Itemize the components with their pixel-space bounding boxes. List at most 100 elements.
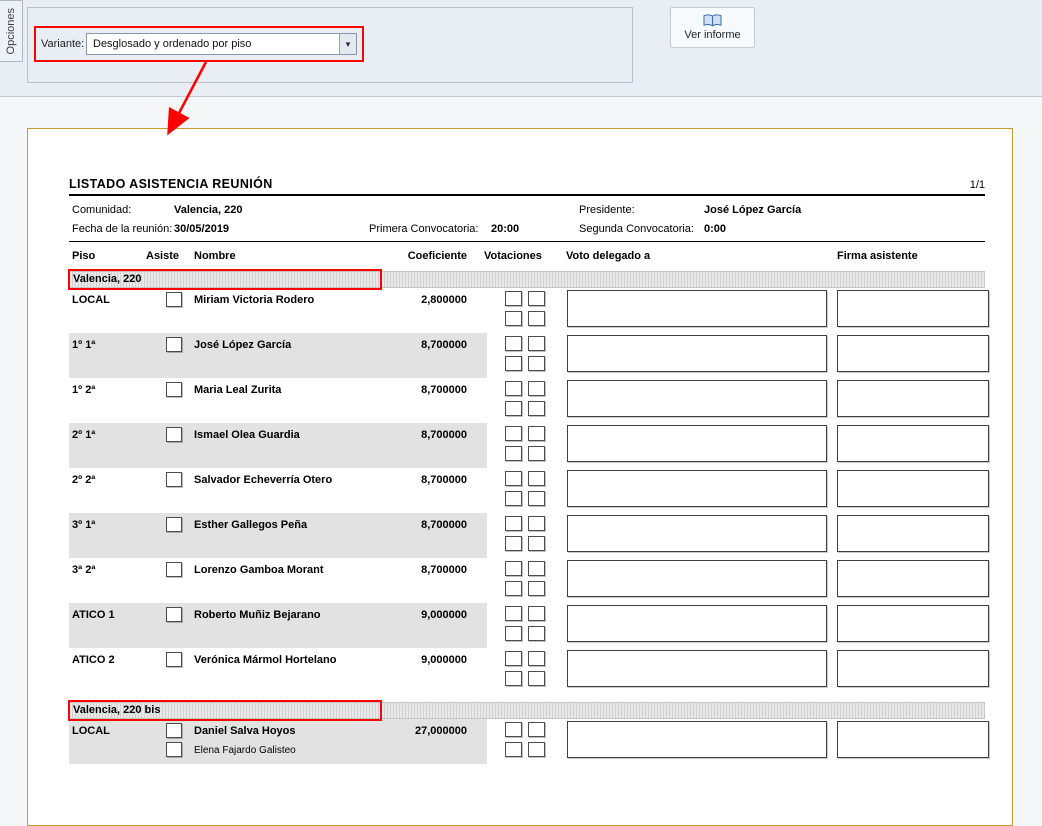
variante-dropdown-value: Desglosado y ordenado por piso (87, 34, 339, 54)
votacion-checkbox (505, 722, 522, 737)
votaciones-grid (505, 426, 545, 461)
firma-asistente-box (837, 470, 989, 507)
table-row: ATICO 2Verónica Mármol Hortelano9,000000 (69, 648, 985, 693)
row-nombre: Esther Gallegos Peña (194, 519, 307, 531)
votacion-checkbox (505, 401, 522, 416)
row-piso: ATICO 1 (72, 609, 115, 621)
voto-delegado-box (567, 380, 827, 417)
votacion-checkbox (528, 471, 545, 486)
votacion-checkbox (505, 471, 522, 486)
votacion-checkbox (528, 356, 545, 371)
table-row: 2º 2ªSalvador Echeverría Otero8,700000 (69, 468, 985, 513)
firma-asistente-box (837, 380, 989, 417)
tab-opciones[interactable]: Opciones (0, 0, 23, 62)
table-row: LOCALDaniel Salva HoyosElena Fajardo Gal… (69, 719, 985, 764)
voto-delegado-box (567, 425, 827, 462)
voto-delegado-box (567, 335, 827, 372)
row-coeficiente: 8,700000 (359, 429, 467, 441)
row-coeficiente: 8,700000 (359, 339, 467, 351)
col-piso: Piso (72, 250, 95, 262)
tab-opciones-label: Opciones (5, 8, 17, 54)
row-nombre: José López García (194, 339, 291, 351)
votaciones-grid (505, 561, 545, 596)
votaciones-grid (505, 651, 545, 686)
fecha-label: Fecha de la reunión: (72, 223, 172, 235)
row-nombre: Salvador Echeverría Otero (194, 474, 332, 486)
votacion-checkbox (528, 401, 545, 416)
row-piso: 2º 2ª (72, 474, 95, 486)
firma-asistente-box (837, 335, 989, 372)
row-coeficiente: 2,800000 (359, 294, 467, 306)
votacion-checkbox (505, 381, 522, 396)
segunda-convocatoria-label: Segunda Convocatoria: (579, 223, 694, 235)
col-voto-delegado: Voto delegado a (566, 250, 650, 262)
votacion-checkbox (528, 291, 545, 306)
votacion-checkbox (505, 446, 522, 461)
asiste-checkbox (166, 427, 182, 442)
row-piso: 1º 2ª (72, 384, 95, 396)
page-title: LISTADO ASISTENCIA REUNIÓN (69, 177, 273, 191)
ver-informe-button[interactable]: Ver informe (670, 7, 755, 48)
row-coeficiente: 27,000000 (359, 725, 467, 737)
votacion-checkbox (505, 606, 522, 621)
votacion-checkbox (528, 722, 545, 737)
toolbar: Opciones Variante: Desglosado y ordenado… (0, 0, 1042, 97)
group-header: Valencia, 220 bis (69, 702, 985, 719)
firma-asistente-box (837, 560, 989, 597)
column-headers: Piso Asiste Nombre Coeficiente Votacione… (69, 247, 985, 267)
voto-delegado-box (567, 290, 827, 327)
firma-asistente-box (837, 605, 989, 642)
variante-dropdown[interactable]: Desglosado y ordenado por piso ▼ (86, 33, 357, 55)
asiste-checkbox (166, 337, 182, 352)
report-body: Valencia, 220LOCALMiriam Victoria Rodero… (69, 271, 985, 764)
asiste-checkbox (166, 652, 182, 667)
votacion-checkbox (505, 626, 522, 641)
asiste-checkbox (166, 723, 182, 738)
votacion-checkbox (505, 491, 522, 506)
table-row: LOCALMiriam Victoria Rodero2,800000 (69, 288, 985, 333)
group-header: Valencia, 220 (69, 271, 985, 288)
asiste-checkbox (166, 517, 182, 532)
votaciones-grid (505, 381, 545, 416)
row-nombre: Lorenzo Gamboa Morant (194, 564, 324, 576)
votacion-checkbox (505, 671, 522, 686)
votacion-checkbox (505, 536, 522, 551)
votacion-checkbox (528, 336, 545, 351)
annotation-rect-group (68, 700, 382, 721)
fecha-value: 30/05/2019 (174, 223, 229, 235)
votacion-checkbox (505, 516, 522, 531)
variante-label: Variante: (41, 38, 84, 50)
votacion-checkbox (528, 426, 545, 441)
voto-delegado-box (567, 650, 827, 687)
votacion-checkbox (505, 291, 522, 306)
row-coeficiente: 9,000000 (359, 654, 467, 666)
row-piso: LOCAL (72, 294, 110, 306)
row-nombre: Maria Leal Zurita (194, 384, 281, 396)
votacion-checkbox (505, 651, 522, 666)
votaciones-grid (505, 722, 545, 757)
report-book-icon (703, 14, 722, 27)
presidente-value: José López García (704, 204, 801, 216)
options-panel: Variante: Desglosado y ordenado por piso… (27, 7, 633, 83)
report-title-row: LISTADO ASISTENCIA REUNIÓN 1/1 (69, 177, 985, 196)
col-votaciones: Votaciones (484, 250, 542, 262)
votacion-checkbox (528, 491, 545, 506)
row-coeficiente: 8,700000 (359, 519, 467, 531)
annotation-rect-group (68, 269, 382, 290)
votacion-checkbox (528, 516, 545, 531)
votacion-checkbox (528, 626, 545, 641)
col-nombre: Nombre (194, 250, 236, 262)
comunidad-label: Comunidad: (72, 204, 131, 216)
primera-convocatoria-value: 20:00 (491, 223, 519, 235)
votacion-checkbox (505, 356, 522, 371)
votacion-checkbox (528, 581, 545, 596)
votacion-checkbox (505, 426, 522, 441)
report-preview-area: LISTADO ASISTENCIA REUNIÓN 1/1 Comunidad… (0, 97, 1042, 826)
asiste-checkbox (166, 607, 182, 622)
votaciones-grid (505, 516, 545, 551)
row-nombre: Roberto Muñiz Bejarano (194, 609, 321, 621)
firma-asistente-box (837, 425, 989, 462)
col-firma-asistente: Firma asistente (837, 250, 918, 262)
votacion-checkbox (528, 311, 545, 326)
chevron-down-icon[interactable]: ▼ (339, 34, 356, 54)
